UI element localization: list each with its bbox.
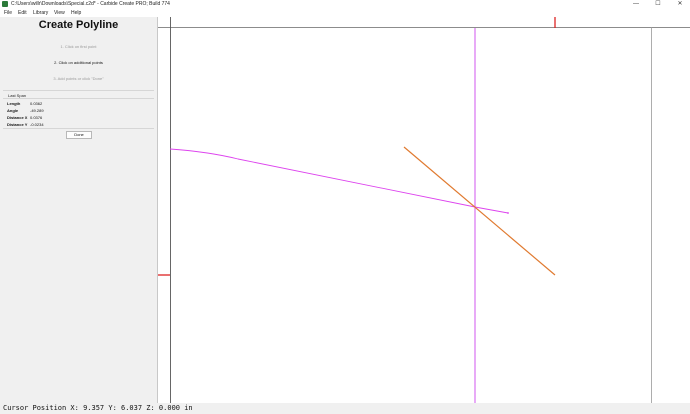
canvas-background (158, 17, 690, 403)
design-canvas[interactable] (158, 17, 690, 403)
step-add-or-done: 3. Add points or click "Done" (53, 76, 104, 81)
minimize-button[interactable]: — (628, 0, 644, 9)
menu-view[interactable]: View (54, 9, 65, 17)
close-button[interactable]: ✕ (672, 0, 688, 9)
divider (3, 128, 154, 129)
pink-polyline-end (507, 212, 509, 214)
canvas-svg[interactable] (158, 17, 690, 403)
app-icon (2, 1, 8, 7)
step-additional-points: 2. Click on additional points (54, 60, 103, 65)
distance-y-label: Distance Y (7, 122, 28, 127)
length-label: Length (7, 101, 21, 106)
divider (3, 90, 154, 91)
title-bar: C:\Users\willr\Downloads\Special.c2d* - … (0, 0, 690, 9)
status-bar: Cursor Position X: 9.357 Y: 6.037 Z: 0.0… (0, 403, 690, 414)
window-title: C:\Users\willr\Downloads\Special.c2d* - … (11, 1, 170, 7)
menu-edit[interactable]: Edit (18, 9, 27, 17)
step-first-point: 1. Click on first point (60, 44, 97, 49)
panel-title: Create Polyline (38, 19, 119, 31)
menu-file[interactable]: File (4, 9, 12, 17)
angle-label: Angle (7, 108, 19, 113)
menu-library[interactable]: Library (33, 9, 48, 17)
divider (3, 98, 154, 99)
menu-help[interactable]: Help (71, 9, 81, 17)
menu-bar: File Edit Library View Help (0, 9, 690, 17)
angle-value: -49.289 (30, 108, 44, 113)
distance-x-label: Distance X (7, 115, 28, 120)
length-value: 0.0362 (30, 101, 43, 106)
distance-y-value: -0.0234 (30, 122, 44, 127)
maximize-button[interactable]: ☐ (650, 0, 666, 9)
cursor-position: Cursor Position X: 9.357 Y: 6.037 Z: 0.0… (3, 404, 193, 412)
done-button[interactable]: Done (66, 131, 92, 139)
distance-x-value: 0.0376 (30, 115, 43, 120)
tool-panel: Create Polyline 1. Click on first point … (0, 17, 158, 403)
